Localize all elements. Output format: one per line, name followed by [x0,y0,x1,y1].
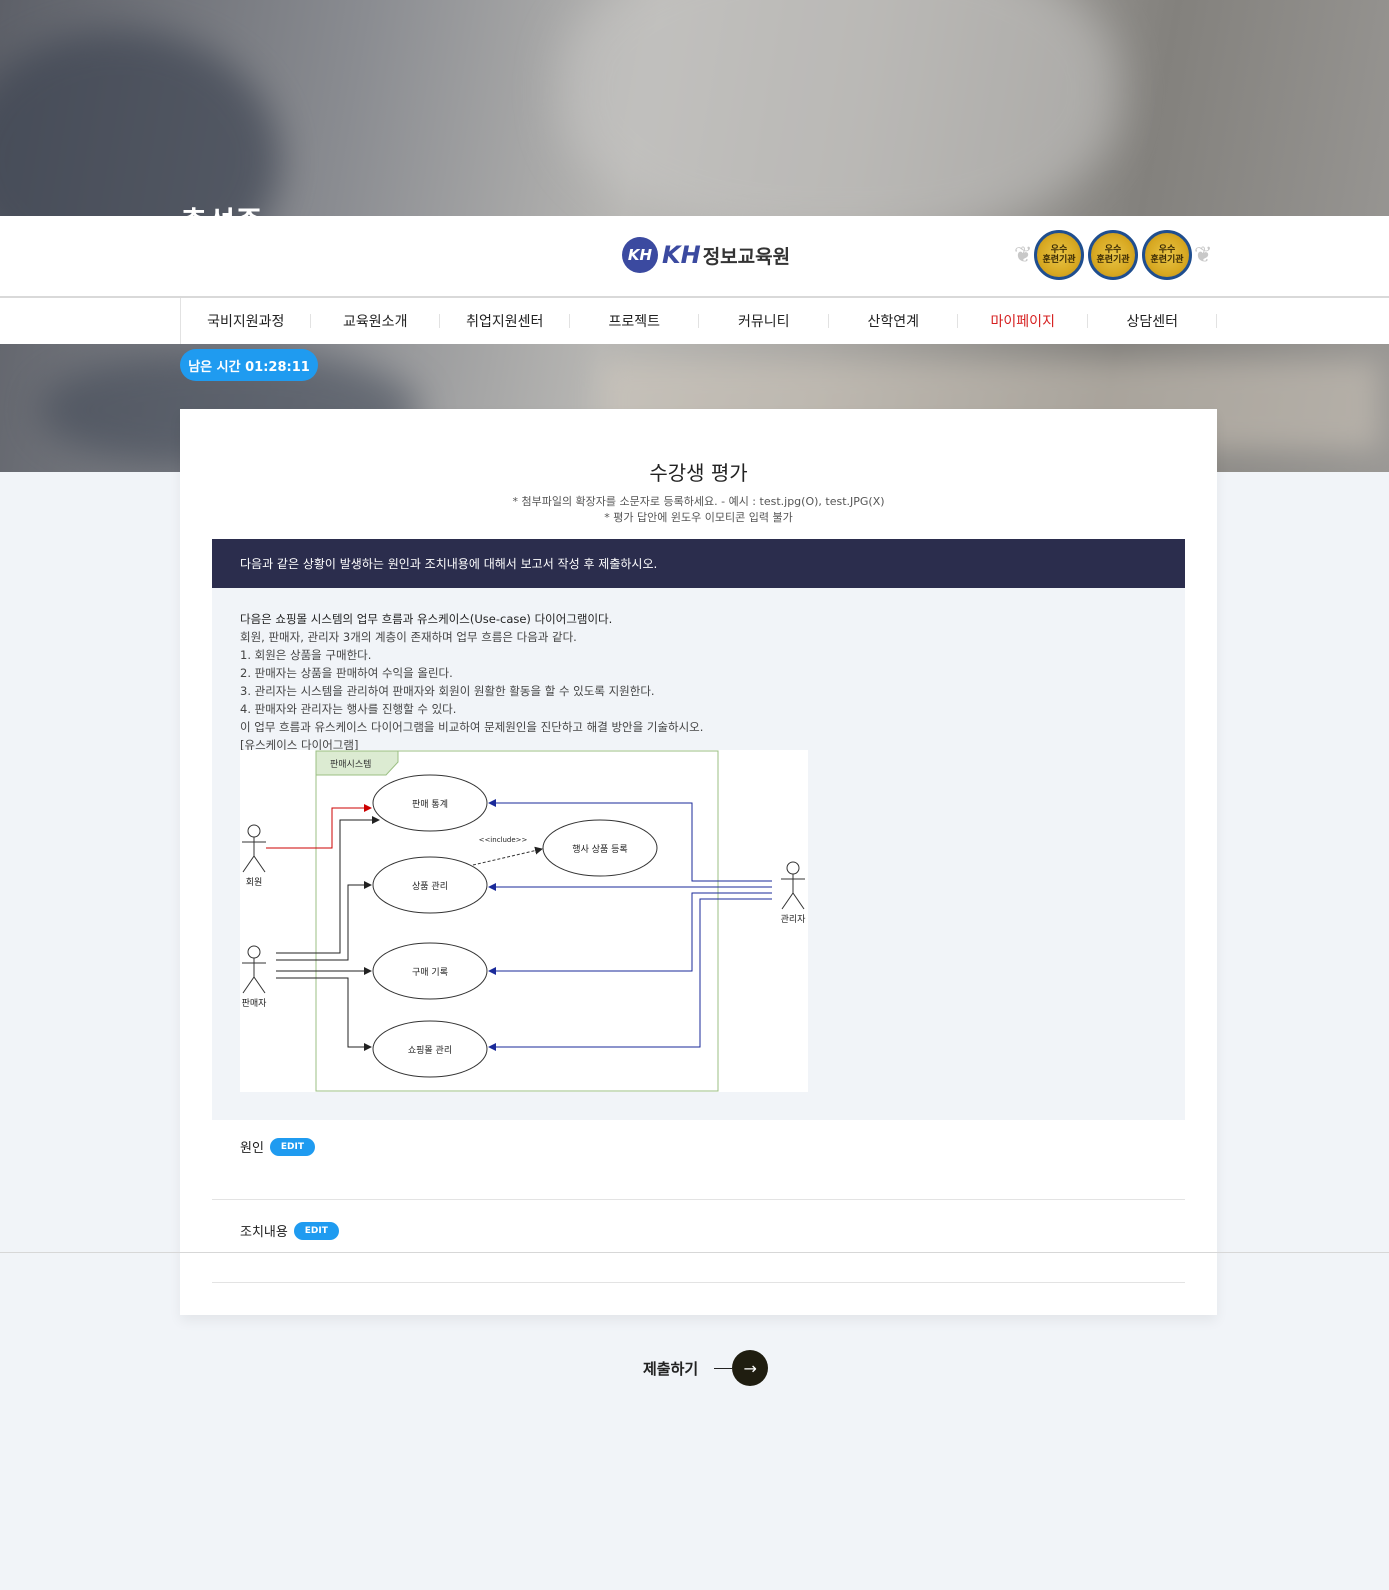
usecase-label: 쇼핑몰 관리 [408,1045,452,1056]
submit-area[interactable]: 제출하기 → [643,1350,769,1386]
question-text: 다음은 쇼핑몰 시스템의 업무 흐름과 유스케이스(Use-case) 다이어그… [240,610,703,754]
nav-item-community[interactable]: 커뮤니티 [699,298,829,344]
nav-item-about[interactable]: 교육원소개 [311,298,441,344]
remaining-time-badge: 남은 시간 01:28:11 [180,349,318,381]
badge-text: 우수 [1050,244,1068,255]
include-arrow [472,846,543,866]
nav-item-career-center[interactable]: 취업지원센터 [440,298,570,344]
question-body: 다음은 쇼핑몰 시스템의 업무 흐름과 유스케이스(Use-case) 다이어그… [212,588,1185,1120]
seller-link-mall [276,977,372,1051]
logo-mark-icon: KH [622,237,658,273]
cause-label: 원인 [240,1141,264,1156]
admin-link-mall [488,898,772,1051]
usecase-label: 행사 상품 등록 [572,843,627,855]
action-section: 조치내용 EDIT [240,1221,339,1240]
question-line: 이 업무 흐름과 유스케이스 다이어그램을 비교하여 문제원인을 진단하고 해결… [240,720,704,734]
evaluation-card: 수강생 평가 * 첨부파일의 확장자를 소문자로 등록하세요. - 예시 : t… [180,409,1217,1315]
award-badge-icon: 우수 훈련기관 [1142,230,1192,280]
nav-item-industry[interactable]: 산학연계 [829,298,959,344]
attachment-note: * 첨부파일의 확장자를 소문자로 등록하세요. - 예시 : test.jpg… [512,495,885,508]
award-badge-icon: 우수 훈련기관 [1088,230,1138,280]
question-line: 3. 관리자는 시스템을 관리하여 판매자와 회원이 원활한 활동을 할 수 있… [240,684,655,698]
nav-item-projects[interactable]: 프로젝트 [570,298,700,344]
nav-item-consulting[interactable]: 상담센터 [1088,298,1218,344]
page-divider [0,1252,1389,1253]
cause-section: 원인 EDIT [240,1137,315,1156]
question-line: 다음은 쇼핑몰 시스템의 업무 흐름과 유스케이스(Use-case) 다이어그… [240,612,613,626]
question-line: 4. 판매자와 관리자는 행사를 진행할 수 있다. [240,702,457,716]
include-label: <<include>> [479,836,528,844]
actor-member-icon [242,824,266,873]
hero-title: 출석중 [180,198,263,216]
question-line: 1. 회원은 상품을 구매한다. [240,648,372,662]
badge-text: 훈련기관 [1096,255,1130,265]
question-heading: 다음과 같은 상황이 발생하는 원인과 조치내용에 대해서 보고서 작성 후 제… [212,539,1185,588]
usecase-label: 판매 통계 [412,798,448,810]
actor-label: 판매자 [242,998,268,1009]
usecase-label: 구매 기록 [412,967,448,978]
site-header: KH KH 정보교육원 ❦ 우수 훈련기관 우수 훈련기관 우수 훈련기관 ❦ [0,216,1389,298]
usecase-diagram: 판매시스템 판매 통계 행사 상품 등록 상품 관리 구매 기록 쇼핑몰 관리 … [240,750,808,1092]
arrow-right-icon[interactable]: → [732,1350,769,1386]
submit-line [714,1367,733,1369]
main-nav: 국비지원과정 교육원소개 취업지원센터 프로젝트 커뮤니티 산학연계 마이페이지… [0,298,1389,344]
seller-link-product [276,881,372,961]
admin-link-history [488,892,772,975]
badge-text: 훈련기관 [1150,255,1184,265]
system-label: 판매시스템 [330,758,371,770]
question-line: 2. 판매자는 상품을 판매하여 수익을 올린다. [240,666,453,680]
laurel-left-icon: ❦ [1014,242,1033,268]
action-label: 조치내용 [240,1225,288,1240]
actor-seller-icon [242,945,266,994]
award-badges: ❦ 우수 훈련기관 우수 훈련기관 우수 훈련기관 ❦ [1014,230,1212,280]
member-link [266,804,372,849]
emoji-note: * 평가 답안에 윈도우 이모티콘 입력 불가 [604,511,793,524]
logo-name: 정보교육원 [702,245,791,268]
page-title: 수강생 평가 [649,461,748,485]
actor-admin-icon [781,861,805,910]
question-line: 회원, 판매자, 관리자 3개의 계층이 존재하며 업무 흐름은 다음과 같다. [240,630,577,644]
badge-text: 우수 [1104,244,1122,255]
award-badge-icon: 우수 훈련기관 [1034,230,1084,280]
logo-brand: KH [662,241,701,269]
cause-edit-button[interactable]: EDIT [269,1137,315,1156]
site-logo[interactable]: KH KH 정보교육원 [622,237,790,273]
badge-text: 훈련기관 [1042,255,1076,265]
actor-label: 관리자 [781,914,807,925]
nav-item-mypage[interactable]: 마이페이지 [958,298,1088,344]
seller-link-stats [276,816,380,954]
usecase-label: 상품 관리 [412,881,448,892]
divider [212,1282,1185,1283]
actor-label: 회원 [246,877,263,888]
badge-text: 우수 [1158,244,1176,255]
action-edit-button[interactable]: EDIT [293,1221,339,1240]
nav-item-national-courses[interactable]: 국비지원과정 [181,298,311,344]
submit-label[interactable]: 제출하기 [643,1358,698,1379]
laurel-right-icon: ❦ [1194,242,1213,268]
divider [212,1199,1185,1200]
